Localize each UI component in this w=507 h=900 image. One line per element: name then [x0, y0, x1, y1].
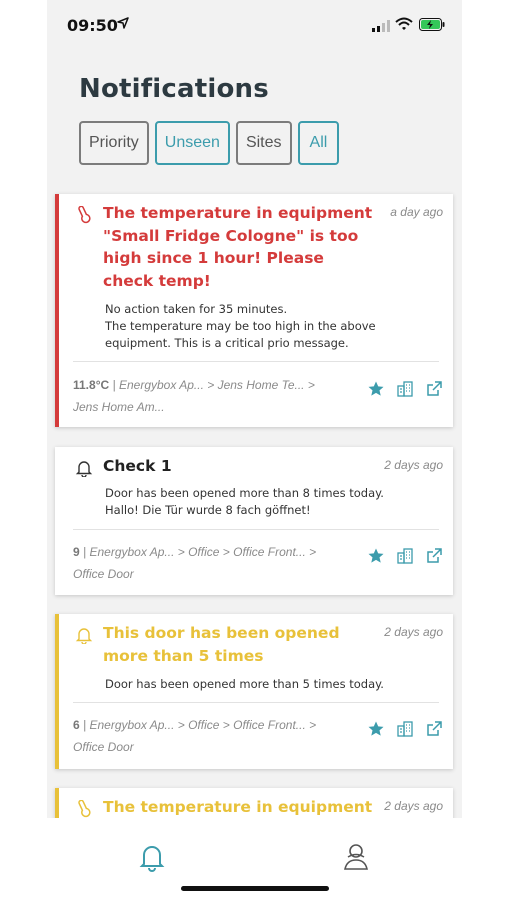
building-icon[interactable]	[396, 380, 414, 398]
filter-sites-button[interactable]: Sites	[235, 121, 292, 165]
reading-value: 9	[73, 545, 80, 559]
notification-card[interactable]: The temperature in equipment "Small Frid…	[55, 194, 453, 427]
building-icon[interactable]	[396, 720, 414, 738]
notification-title: This door has been opened more than 5 ti…	[103, 624, 340, 665]
star-icon[interactable]	[367, 720, 385, 738]
bell-icon[interactable]	[139, 842, 165, 872]
location-path: Energybox Ap... > Jens Home Te... > Jens…	[73, 378, 315, 414]
notification-time: 2 days ago	[384, 625, 443, 639]
star-icon[interactable]	[367, 380, 385, 398]
notification-body: Door has been opened more than 8 times t…	[105, 486, 384, 517]
card-divider	[73, 702, 439, 703]
reading-value: 11.8°C	[73, 378, 110, 392]
battery-charging-icon	[419, 18, 445, 31]
external-link-icon[interactable]	[425, 720, 443, 738]
location-arrow-icon	[117, 17, 129, 29]
notification-time: a day ago	[390, 205, 443, 219]
location-path: Energybox Ap... > Office > Office Front.…	[73, 545, 317, 581]
tab-bar	[47, 818, 462, 900]
notification-location: 6 | Energybox Ap... > Office > Office Fr…	[73, 718, 317, 754]
notification-title: Check 1	[103, 457, 172, 475]
app-screen: 09:50 Notifications Priority Unseen Site…	[47, 0, 462, 900]
bell-icon	[75, 628, 93, 644]
star-icon[interactable]	[367, 547, 385, 565]
reading-value: 6	[73, 718, 80, 732]
card-actions	[367, 720, 443, 738]
notification-title: The temperature in equipment "Small Frid…	[103, 204, 373, 290]
card-divider	[73, 361, 439, 362]
notification-card[interactable]: Check 1 2 days ago Door has been opened …	[55, 447, 453, 595]
card-actions	[367, 380, 443, 398]
thermometer-icon	[78, 800, 91, 818]
notification-card[interactable]: This door has been opened more than 5 ti…	[55, 614, 453, 769]
external-link-icon[interactable]	[425, 547, 443, 565]
status-bar: 09:50	[47, 0, 462, 50]
user-icon[interactable]	[343, 842, 369, 872]
building-icon[interactable]	[396, 547, 414, 565]
filter-priority-button[interactable]: Priority	[79, 121, 149, 165]
clock: 09:50	[67, 16, 118, 35]
card-actions	[367, 547, 443, 565]
notification-time: 2 days ago	[384, 799, 443, 813]
card-divider	[73, 529, 439, 530]
wifi-icon	[395, 17, 413, 30]
cellular-signal-icon	[372, 20, 390, 32]
notification-body: Door has been opened more than 5 times t…	[105, 677, 384, 691]
external-link-icon[interactable]	[425, 380, 443, 398]
filter-all-button[interactable]: All	[297, 121, 340, 165]
notification-location: 11.8°C | Energybox Ap... > Jens Home Te.…	[73, 378, 315, 414]
notification-title: The temperature in equipment	[103, 798, 373, 816]
filter-bar: Priority Unseen Sites All	[79, 121, 340, 165]
location-path: Energybox Ap... > Office > Office Front.…	[73, 718, 317, 754]
thermometer-icon	[78, 206, 91, 224]
bell-icon	[75, 461, 93, 477]
notification-time: 2 days ago	[384, 458, 443, 472]
home-indicator	[181, 886, 329, 891]
notification-body: No action taken for 35 minutes. The temp…	[105, 302, 376, 350]
notification-location: 9 | Energybox Ap... > Office > Office Fr…	[73, 545, 317, 581]
page-title: Notifications	[79, 74, 269, 104]
filter-unseen-button[interactable]: Unseen	[154, 121, 230, 165]
